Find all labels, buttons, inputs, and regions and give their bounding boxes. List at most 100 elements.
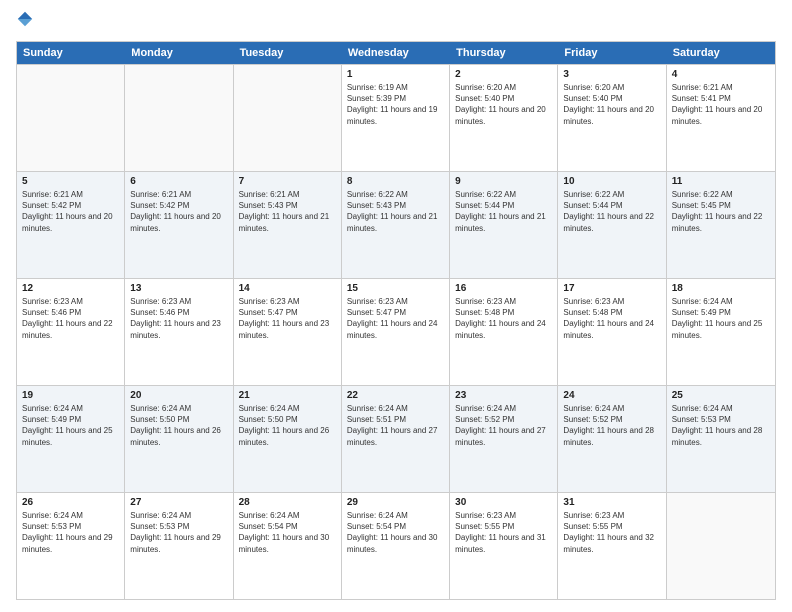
day-number: 6: [130, 176, 227, 187]
day-info: Sunrise: 6:24 AM Sunset: 5:54 PM Dayligh…: [239, 510, 336, 555]
calendar-cell: 4 Sunrise: 6:21 AM Sunset: 5:41 PM Daylig…: [667, 65, 775, 171]
calendar-cell: 17 Sunrise: 6:23 AM Sunset: 5:48 PM Dayli…: [558, 279, 666, 385]
header-tuesday: Tuesday: [234, 42, 342, 64]
calendar-cell: [125, 65, 233, 171]
header-friday: Friday: [558, 42, 666, 64]
calendar-cell: 27 Sunrise: 6:24 AM Sunset: 5:53 PM Dayli…: [125, 493, 233, 599]
calendar-cell: [667, 493, 775, 599]
calendar-cell: 24 Sunrise: 6:24 AM Sunset: 5:52 PM Dayli…: [558, 386, 666, 492]
calendar-cell: 8 Sunrise: 6:22 AM Sunset: 5:43 PM Daylig…: [342, 172, 450, 278]
calendar-cell: 3Sunrise: 6:20 AM Sunset: 5:40 PM Daylig…: [558, 65, 666, 171]
day-number: 5: [22, 176, 119, 187]
day-number: 7: [239, 176, 336, 187]
day-info: Sunrise: 6:23 AM Sunset: 5:48 PM Dayligh…: [563, 296, 660, 341]
calendar-cell: 26 Sunrise: 6:24 AM Sunset: 5:53 PM Dayli…: [17, 493, 125, 599]
calendar-row-0: 1 Sunrise: 6:19 AM Sunset: 5:39 PM Daylig…: [17, 64, 775, 171]
calendar-cell: 12Sunrise: 6:23 AM Sunset: 5:46 PM Dayli…: [17, 279, 125, 385]
day-info: Sunrise: 6:24 AM Sunset: 5:52 PM Dayligh…: [455, 403, 552, 448]
calendar-cell: 7 Sunrise: 6:21 AM Sunset: 5:43 PM Daylig…: [234, 172, 342, 278]
day-info: Sunrise: 6:22 AM Sunset: 5:45 PM Dayligh…: [672, 189, 770, 234]
day-number: 28: [239, 497, 336, 508]
day-info: Sunrise: 6:21 AM Sunset: 5:41 PM Dayligh…: [672, 82, 770, 127]
calendar-cell: 28 Sunrise: 6:24 AM Sunset: 5:54 PM Dayli…: [234, 493, 342, 599]
header-sunday: Sunday: [17, 42, 125, 64]
day-info: Sunrise: 6:21 AM Sunset: 5:42 PM Dayligh…: [130, 189, 227, 234]
day-number: 12: [22, 283, 119, 294]
day-number: 8: [347, 176, 444, 187]
day-number: 19: [22, 390, 119, 401]
day-info: Sunrise: 6:23 AM Sunset: 5:47 PM Dayligh…: [239, 296, 336, 341]
day-info: Sunrise: 6:24 AM Sunset: 5:53 PM Dayligh…: [130, 510, 227, 555]
calendar-row-3: 19 Sunrise: 6:24 AM Sunset: 5:49 PM Dayli…: [17, 385, 775, 492]
day-info: Sunrise: 6:24 AM Sunset: 5:49 PM Dayligh…: [672, 296, 770, 341]
calendar-cell: 6 Sunrise: 6:21 AM Sunset: 5:42 PM Daylig…: [125, 172, 233, 278]
calendar-cell: 23 Sunrise: 6:24 AM Sunset: 5:52 PM Dayli…: [450, 386, 558, 492]
header-saturday: Saturday: [667, 42, 775, 64]
day-info: Sunrise: 6:24 AM Sunset: 5:50 PM Dayligh…: [130, 403, 227, 448]
logo: [16, 12, 36, 33]
day-number: 2: [455, 69, 552, 80]
day-info: Sunrise: 6:23 AM Sunset: 5:55 PM Dayligh…: [563, 510, 660, 555]
calendar-cell: 16Sunrise: 6:23 AM Sunset: 5:48 PM Dayli…: [450, 279, 558, 385]
day-number: 17: [563, 283, 660, 294]
calendar-cell: 21Sunrise: 6:24 AM Sunset: 5:50 PM Dayli…: [234, 386, 342, 492]
calendar-cell: 14 Sunrise: 6:23 AM Sunset: 5:47 PM Dayli…: [234, 279, 342, 385]
day-number: 25: [672, 390, 770, 401]
page: Sunday Monday Tuesday Wednesday Thursday…: [0, 0, 792, 612]
calendar-cell: 15Sunrise: 6:23 AM Sunset: 5:47 PM Dayli…: [342, 279, 450, 385]
calendar-header: Sunday Monday Tuesday Wednesday Thursday…: [17, 42, 775, 64]
day-number: 26: [22, 497, 119, 508]
calendar-cell: 30 Sunrise: 6:23 AM Sunset: 5:55 PM Dayli…: [450, 493, 558, 599]
day-number: 20: [130, 390, 227, 401]
day-number: 18: [672, 283, 770, 294]
day-number: 27: [130, 497, 227, 508]
day-info: Sunrise: 6:24 AM Sunset: 5:49 PM Dayligh…: [22, 403, 119, 448]
calendar-row-4: 26 Sunrise: 6:24 AM Sunset: 5:53 PM Dayli…: [17, 492, 775, 599]
day-number: 1: [347, 69, 444, 80]
day-info: Sunrise: 6:20 AM Sunset: 5:40 PM Dayligh…: [455, 82, 552, 127]
day-info: Sunrise: 6:24 AM Sunset: 5:53 PM Dayligh…: [672, 403, 770, 448]
day-number: 24: [563, 390, 660, 401]
calendar-cell: 13 Sunrise: 6:23 AM Sunset: 5:46 PM Dayli…: [125, 279, 233, 385]
day-info: Sunrise: 6:22 AM Sunset: 5:44 PM Dayligh…: [563, 189, 660, 234]
day-number: 4: [672, 69, 770, 80]
day-number: 23: [455, 390, 552, 401]
day-number: 3: [563, 69, 660, 80]
calendar-row-2: 12 Sunrise: 6:23 AM Sunset: 5:46 PM Dayli…: [17, 278, 775, 385]
calendar-cell: 29 Sunrise: 6:24 AM Sunset: 5:54 PM Dayli…: [342, 493, 450, 599]
day-number: 29: [347, 497, 444, 508]
day-number: 9: [455, 176, 552, 187]
calendar-row-1: 5 Sunrise: 6:21 AM Sunset: 5:42 PM Daylig…: [17, 171, 775, 278]
day-number: 22: [347, 390, 444, 401]
logo-icon: [16, 10, 34, 28]
header-monday: Monday: [125, 42, 233, 64]
day-info: Sunrise: 6:19 AM Sunset: 5:39 PM Dayligh…: [347, 82, 444, 127]
header-thursday: Thursday: [450, 42, 558, 64]
day-info: Sunrise: 6:22 AM Sunset: 5:43 PM Dayligh…: [347, 189, 444, 234]
day-info: Sunrise: 6:24 AM Sunset: 5:51 PM Dayligh…: [347, 403, 444, 448]
day-number: 14: [239, 283, 336, 294]
calendar-cell: 22 Sunrise: 6:24 AM Sunset: 5:51 PM Dayli…: [342, 386, 450, 492]
calendar-cell: 31 Sunrise: 6:23 AM Sunset: 5:55 PM Dayli…: [558, 493, 666, 599]
day-number: 30: [455, 497, 552, 508]
calendar-cell: 11 Sunrise: 6:22 AM Sunset: 5:45 PM Dayli…: [667, 172, 775, 278]
day-number: 31: [563, 497, 660, 508]
day-number: 13: [130, 283, 227, 294]
day-info: Sunrise: 6:24 AM Sunset: 5:52 PM Dayligh…: [563, 403, 660, 448]
calendar-body: 1 Sunrise: 6:19 AM Sunset: 5:39 PM Daylig…: [17, 64, 775, 599]
day-info: Sunrise: 6:23 AM Sunset: 5:47 PM Dayligh…: [347, 296, 444, 341]
day-info: Sunrise: 6:24 AM Sunset: 5:50 PM Dayligh…: [239, 403, 336, 448]
day-info: Sunrise: 6:24 AM Sunset: 5:54 PM Dayligh…: [347, 510, 444, 555]
day-info: Sunrise: 6:23 AM Sunset: 5:46 PM Dayligh…: [130, 296, 227, 341]
calendar-cell: 25 Sunrise: 6:24 AM Sunset: 5:53 PM Dayli…: [667, 386, 775, 492]
day-info: Sunrise: 6:24 AM Sunset: 5:53 PM Dayligh…: [22, 510, 119, 555]
calendar-cell: 9Sunrise: 6:22 AM Sunset: 5:44 PM Daylig…: [450, 172, 558, 278]
calendar-cell: [17, 65, 125, 171]
calendar-cell: 1 Sunrise: 6:19 AM Sunset: 5:39 PM Daylig…: [342, 65, 450, 171]
day-number: 11: [672, 176, 770, 187]
day-info: Sunrise: 6:23 AM Sunset: 5:55 PM Dayligh…: [455, 510, 552, 555]
day-number: 16: [455, 283, 552, 294]
calendar-cell: 5Sunrise: 6:21 AM Sunset: 5:42 PM Daylig…: [17, 172, 125, 278]
calendar-cell: 2 Sunrise: 6:20 AM Sunset: 5:40 PM Daylig…: [450, 65, 558, 171]
day-info: Sunrise: 6:21 AM Sunset: 5:43 PM Dayligh…: [239, 189, 336, 234]
